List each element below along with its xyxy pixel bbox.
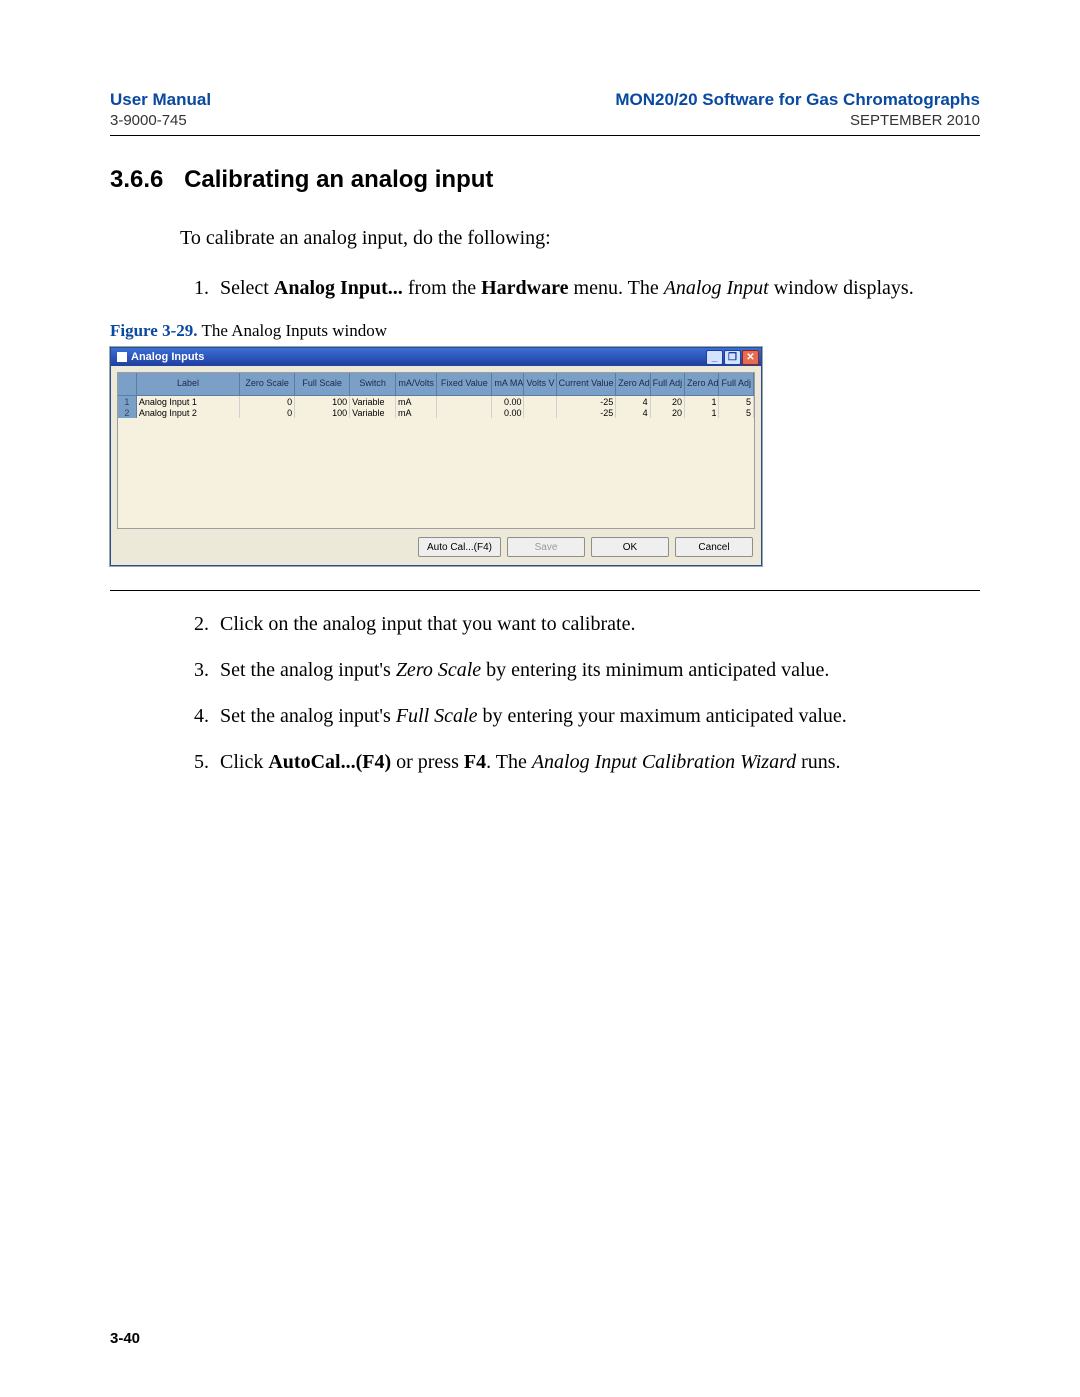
table-row[interactable]: 2 Analog Input 2 0 100 Variable mA 0.00 …: [118, 407, 754, 418]
analog-inputs-window: Analog Inputs _ ❐ ✕ Label Z: [110, 347, 762, 566]
doc-number: 3-9000-745: [110, 112, 187, 129]
header-rule: [110, 135, 980, 136]
col-current-value: Current Value: [556, 373, 616, 396]
cell-ma: 0.00: [492, 407, 524, 418]
col-volts: Volts V: [524, 373, 556, 396]
window-button-row: Auto Cal...(F4) Save OK Cancel: [111, 529, 761, 565]
cell-cur: -25: [556, 407, 616, 418]
row-num: 2: [118, 407, 136, 418]
ok-button[interactable]: OK: [591, 537, 669, 557]
row-num: 1: [118, 396, 136, 408]
col-full-adj-ma: Full Adj MA: [650, 373, 684, 396]
save-button[interactable]: Save: [507, 537, 585, 557]
cell-zero[interactable]: 0: [240, 407, 295, 418]
cell-full[interactable]: 100: [295, 396, 350, 408]
autocal-button[interactable]: Auto Cal...(F4): [418, 537, 501, 557]
cell-v: [524, 407, 556, 418]
section-number: 3.6.6: [110, 166, 163, 193]
window-title: Analog Inputs: [131, 351, 204, 363]
cell-zv: 1: [685, 396, 719, 408]
cell-switch[interactable]: Variable: [350, 396, 396, 408]
section-heading: 3.6.6 Calibrating an analog input: [110, 166, 980, 194]
table-header-row: Label Zero Scale Full Scale Switch mA/Vo…: [118, 373, 754, 396]
step-1: Select Analog Input... from the Hardware…: [214, 273, 980, 303]
cell-fixed[interactable]: [437, 396, 492, 408]
cell-za: 4: [616, 396, 650, 408]
cell-fa: 20: [650, 407, 684, 418]
col-fixed-value: Fixed Value: [437, 373, 492, 396]
col-units: mA/Volts: [396, 373, 437, 396]
cell-fixed[interactable]: [437, 407, 492, 418]
cell-label[interactable]: Analog Input 1: [136, 396, 239, 408]
col-switch: Switch: [350, 373, 396, 396]
col-full-scale: Full Scale: [295, 373, 350, 396]
step-5: Click AutoCal...(F4) or press F4. The An…: [214, 747, 980, 777]
product-title: MON20/20 Software for Gas Chromatographs: [615, 90, 980, 110]
figure-caption-text: The Analog Inputs window: [198, 321, 388, 340]
cell-cur: -25: [556, 396, 616, 408]
analog-inputs-table[interactable]: Label Zero Scale Full Scale Switch mA/Vo…: [118, 373, 754, 418]
manual-title: User Manual: [110, 90, 211, 110]
app-icon: [117, 352, 127, 362]
col-full-adj-v: Full Adj V: [719, 373, 754, 396]
cell-full[interactable]: 100: [295, 407, 350, 418]
page-header: User Manual MON20/20 Software for Gas Ch…: [110, 90, 980, 110]
figure-caption: Figure 3-29. The Analog Inputs window: [110, 321, 980, 341]
cell-fv: 5: [719, 407, 754, 418]
cell-label[interactable]: Analog Input 2: [136, 407, 239, 418]
col-zero-scale: Zero Scale: [240, 373, 295, 396]
page-number: 3-40: [110, 1330, 140, 1347]
section-title: Calibrating an analog input: [184, 166, 493, 193]
cell-fa: 20: [650, 396, 684, 408]
intro-text: To calibrate an analog input, do the fol…: [180, 224, 980, 253]
figure-label: Figure 3-29.: [110, 321, 198, 340]
cell-zv: 1: [685, 407, 719, 418]
step-4: Set the analog input's Full Scale by ent…: [214, 701, 980, 731]
cell-switch[interactable]: Variable: [350, 407, 396, 418]
cell-units[interactable]: mA: [396, 407, 437, 418]
page-header-sub: 3-9000-745 SEPTEMBER 2010: [110, 112, 980, 129]
col-ma: mA MA: [492, 373, 524, 396]
minimize-button[interactable]: _: [706, 350, 723, 365]
grid-empty-area: [118, 418, 754, 528]
close-button[interactable]: ✕: [742, 350, 759, 365]
table-row[interactable]: 1 Analog Input 1 0 100 Variable mA 0.00 …: [118, 396, 754, 408]
maximize-button[interactable]: ❐: [724, 350, 741, 365]
cancel-button[interactable]: Cancel: [675, 537, 753, 557]
figure-rule: [110, 590, 980, 591]
col-zero-adj-ma: Zero Adj MA: [616, 373, 650, 396]
cell-v: [524, 396, 556, 408]
col-label: Label: [136, 373, 239, 396]
grid-area: Label Zero Scale Full Scale Switch mA/Vo…: [117, 372, 755, 529]
col-blank: [118, 373, 136, 396]
step-2: Click on the analog input that you want …: [214, 609, 980, 639]
doc-date: SEPTEMBER 2010: [850, 112, 980, 129]
cell-zero[interactable]: 0: [240, 396, 295, 408]
window-titlebar[interactable]: Analog Inputs _ ❐ ✕: [111, 348, 761, 366]
cell-units[interactable]: mA: [396, 396, 437, 408]
col-zero-adj-v: Zero Adj V: [685, 373, 719, 396]
cell-fv: 5: [719, 396, 754, 408]
cell-ma: 0.00: [492, 396, 524, 408]
step-3: Set the analog input's Zero Scale by ent…: [214, 655, 980, 685]
cell-za: 4: [616, 407, 650, 418]
